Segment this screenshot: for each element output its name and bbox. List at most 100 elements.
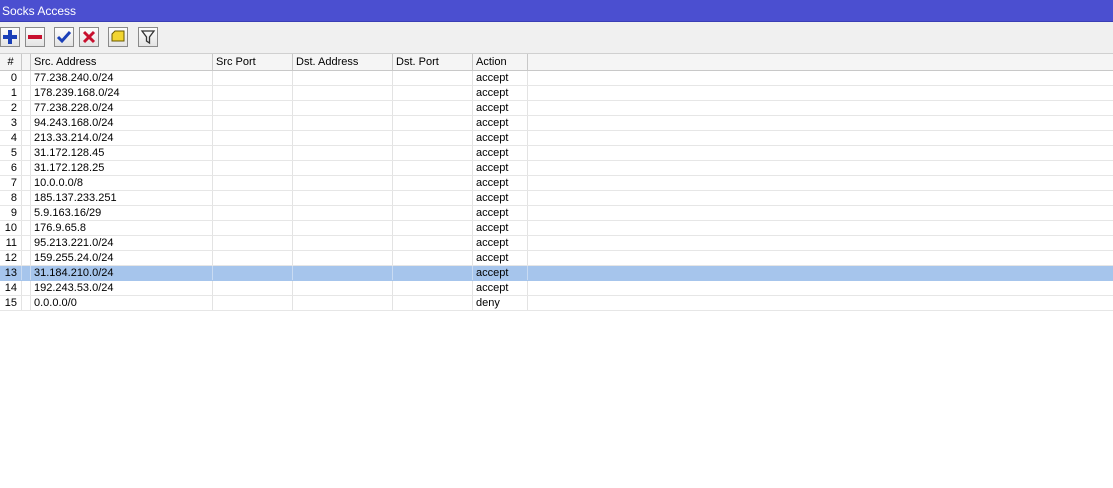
table-row[interactable]: 14 192.243.53.0/24 accept — [0, 281, 1113, 296]
row-number: 15 — [0, 296, 22, 310]
dst-address-cell — [293, 131, 393, 145]
table-row[interactable]: 15 0.0.0.0/0 deny — [0, 296, 1113, 311]
dst-port-cell — [393, 296, 473, 310]
column-header-src-port[interactable]: Src Port — [213, 54, 293, 70]
action-cell: accept — [473, 251, 528, 265]
src-port-cell — [213, 101, 293, 115]
row-number: 9 — [0, 206, 22, 220]
table-row[interactable]: 3 94.243.168.0/24 accept — [0, 116, 1113, 131]
src-address-cell: 31.172.128.45 — [31, 146, 213, 160]
column-header-number[interactable]: # — [0, 54, 22, 70]
action-cell: accept — [473, 71, 528, 85]
row-flags — [22, 116, 31, 130]
row-number: 4 — [0, 131, 22, 145]
table-row[interactable]: 1 178.239.168.0/24 accept — [0, 86, 1113, 101]
src-port-cell — [213, 221, 293, 235]
src-address-cell: 77.238.228.0/24 — [31, 101, 213, 115]
dst-address-cell — [293, 176, 393, 190]
comment-button[interactable] — [108, 27, 128, 47]
src-address-cell: 10.0.0.0/8 — [31, 176, 213, 190]
src-port-cell — [213, 176, 293, 190]
row-flags — [22, 71, 31, 85]
src-port-cell — [213, 236, 293, 250]
src-address-cell: 178.239.168.0/24 — [31, 86, 213, 100]
action-cell: accept — [473, 191, 528, 205]
dst-address-cell — [293, 161, 393, 175]
table-row[interactable]: 2 77.238.228.0/24 accept — [0, 101, 1113, 116]
table-row[interactable]: 7 10.0.0.0/8 accept — [0, 176, 1113, 191]
dst-port-cell — [393, 71, 473, 85]
dst-address-cell — [293, 296, 393, 310]
dst-address-cell — [293, 266, 393, 280]
action-cell: accept — [473, 236, 528, 250]
row-number: 2 — [0, 101, 22, 115]
check-icon — [56, 31, 72, 44]
action-cell: accept — [473, 86, 528, 100]
row-number: 5 — [0, 146, 22, 160]
row-flags — [22, 236, 31, 250]
dst-address-cell — [293, 206, 393, 220]
dst-address-cell — [293, 251, 393, 265]
row-number: 14 — [0, 281, 22, 295]
dst-port-cell — [393, 281, 473, 295]
table-row[interactable]: 8 185.137.233.251 accept — [0, 191, 1113, 206]
src-port-cell — [213, 116, 293, 130]
add-button[interactable] — [0, 27, 20, 47]
row-flags — [22, 251, 31, 265]
src-port-cell — [213, 161, 293, 175]
dst-address-cell — [293, 221, 393, 235]
column-header-dst-address[interactable]: Dst. Address — [293, 54, 393, 70]
dst-port-cell — [393, 131, 473, 145]
src-port-cell — [213, 86, 293, 100]
row-flags — [22, 191, 31, 205]
row-flags — [22, 176, 31, 190]
table-row[interactable]: 4 213.33.214.0/24 accept — [0, 131, 1113, 146]
dst-port-cell — [393, 236, 473, 250]
column-header-src-address[interactable]: Src. Address — [31, 54, 213, 70]
src-address-cell: 31.184.210.0/24 — [31, 266, 213, 280]
action-cell: accept — [473, 131, 528, 145]
table-row[interactable]: 12 159.255.24.0/24 accept — [0, 251, 1113, 266]
table-row[interactable]: 10 176.9.65.8 accept — [0, 221, 1113, 236]
comment-icon — [111, 30, 125, 42]
x-icon — [82, 30, 96, 44]
row-number: 6 — [0, 161, 22, 175]
src-port-cell — [213, 146, 293, 160]
dst-port-cell — [393, 101, 473, 115]
disable-button[interactable] — [79, 27, 99, 47]
table-row[interactable]: 9 5.9.163.16/29 accept — [0, 206, 1113, 221]
src-address-cell: 159.255.24.0/24 — [31, 251, 213, 265]
enable-button[interactable] — [54, 27, 74, 47]
dst-address-cell — [293, 116, 393, 130]
src-port-cell — [213, 206, 293, 220]
table-header: # Src. Address Src Port Dst. Address Dst… — [0, 54, 1113, 71]
action-cell: accept — [473, 116, 528, 130]
table-row[interactable]: 5 31.172.128.45 accept — [0, 146, 1113, 161]
row-flags — [22, 266, 31, 280]
src-port-cell — [213, 266, 293, 280]
dst-address-cell — [293, 101, 393, 115]
filter-button[interactable] — [138, 27, 158, 47]
action-cell: deny — [473, 296, 528, 310]
src-address-cell: 94.243.168.0/24 — [31, 116, 213, 130]
src-address-cell: 77.238.240.0/24 — [31, 71, 213, 85]
dst-port-cell — [393, 176, 473, 190]
row-flags — [22, 281, 31, 295]
action-cell: accept — [473, 176, 528, 190]
action-cell: accept — [473, 206, 528, 220]
column-header-action[interactable]: Action — [473, 54, 528, 70]
row-number: 10 — [0, 221, 22, 235]
row-number: 13 — [0, 266, 22, 280]
remove-button[interactable] — [25, 27, 45, 47]
dst-port-cell — [393, 251, 473, 265]
table-row[interactable]: 13 31.184.210.0/24 accept — [0, 266, 1113, 281]
row-flags — [22, 206, 31, 220]
table-row[interactable]: 0 77.238.240.0/24 accept — [0, 71, 1113, 86]
table-row[interactable]: 6 31.172.128.25 accept — [0, 161, 1113, 176]
dst-address-cell — [293, 146, 393, 160]
column-header-dst-port[interactable]: Dst. Port — [393, 54, 473, 70]
column-header-flags[interactable] — [22, 54, 31, 70]
table-row[interactable]: 11 95.213.221.0/24 accept — [0, 236, 1113, 251]
minus-icon — [28, 35, 42, 39]
src-address-cell: 213.33.214.0/24 — [31, 131, 213, 145]
